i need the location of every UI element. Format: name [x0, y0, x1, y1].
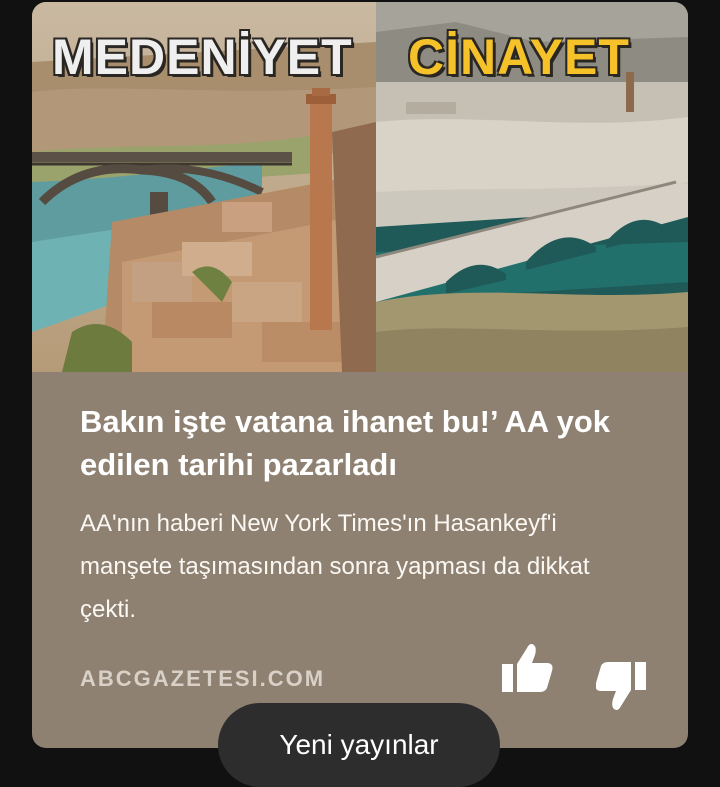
new-posts-button[interactable]: Yeni yayınlar [218, 703, 500, 787]
news-card[interactable]: MEDENİYET CİNAYET Bakın işte vatana ihan… [32, 2, 688, 748]
image-caption-right: CİNAYET [408, 29, 630, 85]
thumbs-down-icon [595, 662, 648, 718]
dislike-button[interactable] [595, 660, 648, 714]
thumbs-up-icon [500, 644, 554, 698]
article-summary[interactable]: AA'nın haberi New York Times'ın Hasankey… [80, 502, 650, 631]
article-headline[interactable]: Bakın işte vatana ihanet bu!’ AA yok edi… [80, 400, 640, 486]
image-caption-left: MEDENİYET [52, 29, 353, 85]
article-source[interactable]: ABCGAZETESI.COM [80, 666, 325, 692]
article-image[interactable]: MEDENİYET CİNAYET [32, 2, 688, 372]
like-button[interactable] [500, 642, 554, 694]
